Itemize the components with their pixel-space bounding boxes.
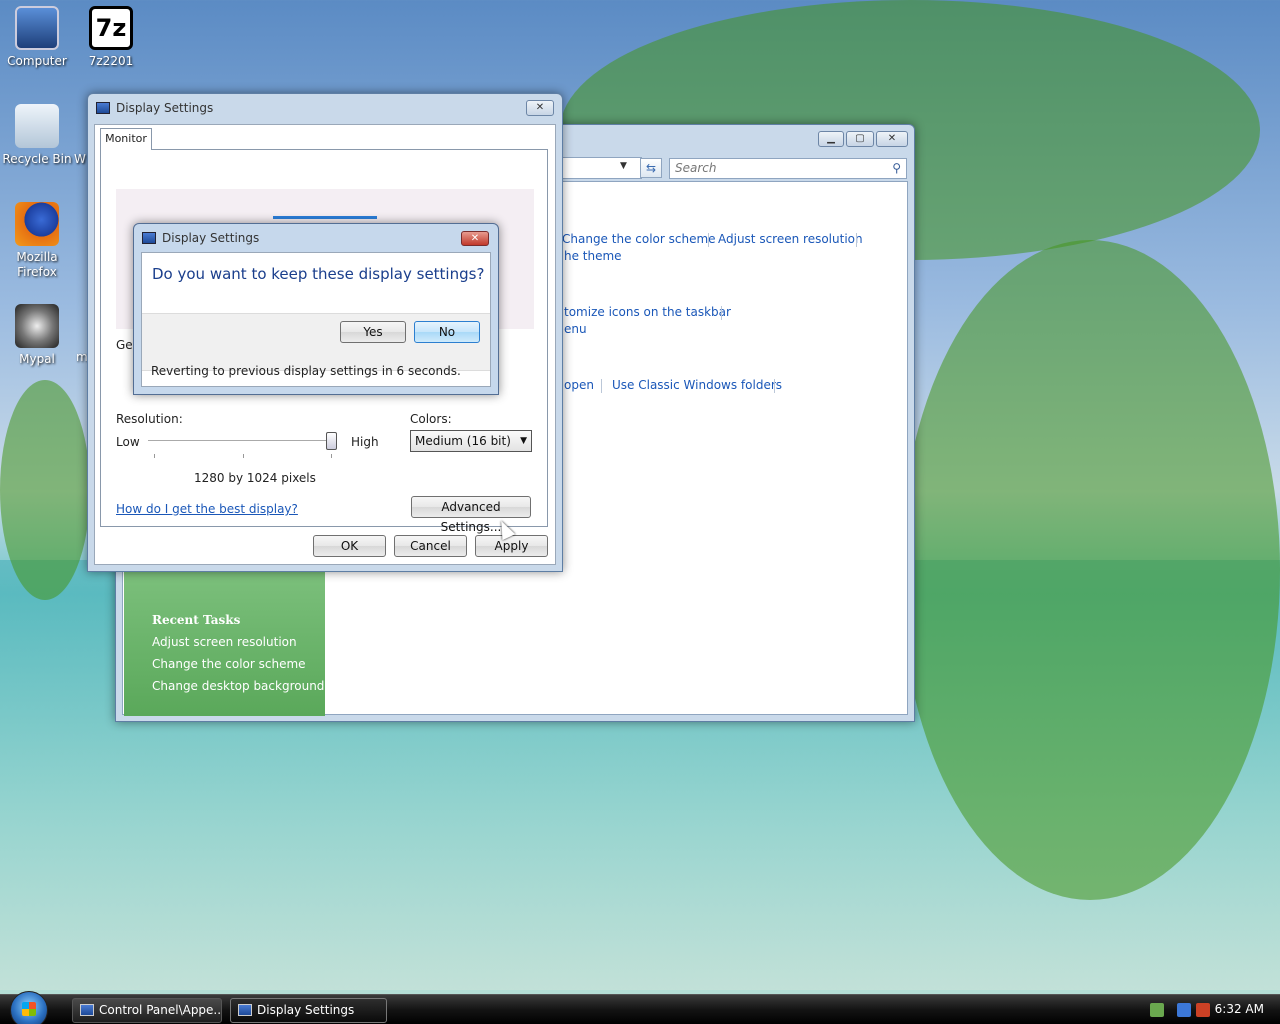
dialog-title-bar[interactable]: Display Settings xyxy=(134,224,498,252)
desktop-icon-mypal[interactable]: Mypal xyxy=(0,304,74,366)
window-title: Display Settings xyxy=(116,101,214,115)
palm-leaf-decoration xyxy=(900,240,1280,900)
chevron-down-icon: ▼ xyxy=(520,436,527,446)
display-settings-icon xyxy=(238,1004,252,1016)
firefox-icon xyxy=(15,202,59,246)
link-customize-taskbar-icons[interactable]: tomize icons on the taskbar xyxy=(564,305,731,319)
search-icon[interactable]: ⚲ xyxy=(892,159,901,178)
display-settings-icon xyxy=(142,232,156,244)
recycle-bin-icon xyxy=(15,104,59,148)
slider-tick xyxy=(331,454,332,458)
cancel-button[interactable]: Cancel xyxy=(394,535,467,557)
slider-tick xyxy=(243,454,244,458)
mypal-icon xyxy=(15,304,59,348)
resolution-low-label: Low xyxy=(116,435,140,449)
link-separator xyxy=(601,379,602,393)
resolution-high-label: High xyxy=(351,435,379,449)
colors-label: Colors: xyxy=(410,412,452,426)
tab-monitor[interactable]: Monitor xyxy=(100,128,152,150)
close-button[interactable]: ✕ xyxy=(461,231,489,246)
link-separator xyxy=(856,233,857,247)
chevron-down-icon[interactable]: ▼ xyxy=(620,161,627,171)
desktop-icon-label: Recycle Bin xyxy=(2,152,72,166)
minimize-button[interactable]: ▁ xyxy=(818,131,844,147)
desktop-icon-label: Mypal xyxy=(19,352,55,366)
link-menu[interactable]: enu xyxy=(564,322,587,336)
resolution-value: 1280 by 1024 pixels xyxy=(194,471,316,485)
link-separator xyxy=(708,233,709,247)
taskbar-item-label: Display Settings xyxy=(257,1003,355,1017)
display-settings-icon xyxy=(96,102,110,114)
taskbar-item-control-panel[interactable]: Control Panel\Appe... xyxy=(72,998,222,1023)
dialog-question: Do you want to keep these display settin… xyxy=(152,265,485,283)
link-separator xyxy=(721,306,722,320)
link-separator xyxy=(774,379,775,393)
windows-logo-icon xyxy=(22,1002,36,1016)
close-button[interactable]: ✕ xyxy=(876,131,908,147)
colors-selected-value: Medium (16 bit) xyxy=(415,434,511,448)
resolution-label: Resolution: xyxy=(116,412,183,426)
taskbar-item-label: Control Panel\Appe... xyxy=(99,1003,222,1017)
desktop-icon-label: Computer xyxy=(7,54,67,68)
search-input[interactable]: Search ⚲ xyxy=(669,158,907,179)
link-adjust-screen-resolution[interactable]: Adjust screen resolution xyxy=(718,232,863,246)
desktop-icon-7z2201[interactable]: 7z 7z2201 xyxy=(74,6,148,68)
slider-tick xyxy=(154,454,155,458)
link-theme[interactable]: he theme xyxy=(564,249,622,263)
desktop-icon-recycle-bin[interactable]: Recycle Bin xyxy=(0,104,74,166)
recent-task-item[interactable]: Adjust screen resolution xyxy=(152,635,297,649)
colors-select[interactable]: Medium (16 bit) ▼ xyxy=(410,430,532,452)
desktop-icon-label: W xyxy=(74,152,86,166)
recent-tasks-heading: Recent Tasks xyxy=(152,613,241,627)
countdown-text: Reverting to previous display settings i… xyxy=(151,364,461,378)
title-bar[interactable]: Display Settings xyxy=(88,94,562,122)
no-button[interactable]: No xyxy=(414,321,480,343)
safely-remove-hardware-icon[interactable] xyxy=(1150,1003,1164,1017)
desktop-icon-firefox[interactable]: Mozilla Firefox xyxy=(0,202,74,280)
control-panel-icon xyxy=(80,1004,94,1016)
link-open[interactable]: open xyxy=(564,378,594,392)
clock[interactable]: 6:32 AM xyxy=(1215,1002,1264,1016)
yes-button[interactable]: Yes xyxy=(340,321,406,343)
advanced-settings-button[interactable]: Advanced Settings... xyxy=(411,496,531,534)
computer-icon xyxy=(15,6,59,50)
desktop-icon-computer[interactable]: Computer xyxy=(0,6,74,68)
palm-leaf-decoration xyxy=(0,380,90,600)
volume-muted-icon[interactable] xyxy=(1196,1003,1210,1017)
resolution-slider-thumb[interactable] xyxy=(326,432,337,450)
apply-button[interactable]: Apply xyxy=(475,535,548,557)
ok-button[interactable]: OK xyxy=(313,535,386,557)
link-change-color-scheme[interactable]: Change the color scheme xyxy=(562,232,716,246)
taskbar-item-display-settings[interactable]: Display Settings xyxy=(230,998,387,1023)
maximize-button[interactable]: ▢ xyxy=(846,131,874,147)
search-placeholder: Search xyxy=(675,161,717,175)
network-icon[interactable] xyxy=(1177,1003,1191,1017)
desktop-icon-label: Mozilla Firefox xyxy=(16,250,58,279)
desktop-icon-partial[interactable]: W xyxy=(74,152,88,166)
close-button[interactable]: ✕ xyxy=(526,100,554,116)
7zip-icon: 7z xyxy=(89,6,133,50)
taskbar: Control Panel\Appe... Display Settings 6… xyxy=(0,991,1280,1024)
desktop-icon-label: 7z2201 xyxy=(88,54,134,68)
start-button[interactable] xyxy=(10,991,48,1024)
recent-tasks-panel: Recent Tasks Adjust screen resolution Ch… xyxy=(124,571,325,716)
link-classic-windows-folders[interactable]: Use Classic Windows folders xyxy=(612,378,782,392)
resolution-slider-track[interactable] xyxy=(148,440,330,443)
best-display-help-link[interactable]: How do I get the best display? xyxy=(116,502,298,516)
dialog-title: Display Settings xyxy=(162,231,260,245)
recent-task-item[interactable]: Change the color scheme xyxy=(152,657,306,671)
recent-task-item[interactable]: Change desktop background xyxy=(152,679,324,693)
refresh-icon[interactable]: ⇆ xyxy=(640,158,662,178)
